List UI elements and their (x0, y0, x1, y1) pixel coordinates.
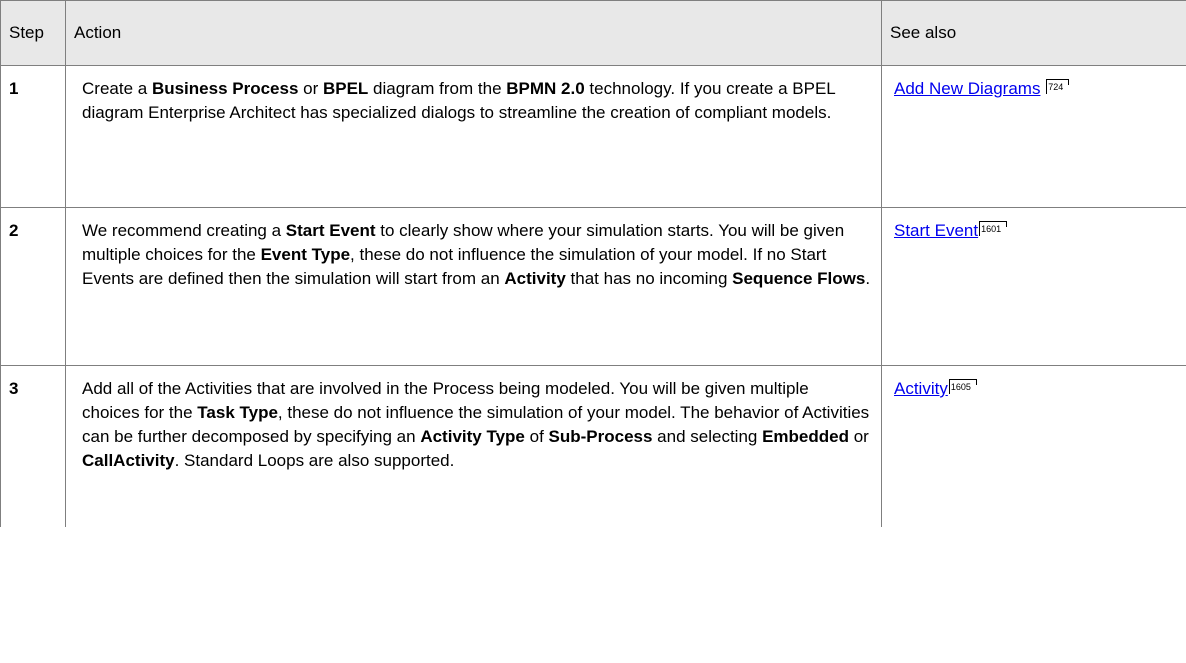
bold-term: Sequence Flows (732, 269, 866, 288)
bold-term: Business Process (151, 79, 299, 98)
text-segment: . Standard Loops are also supported. (174, 451, 455, 470)
header-see-also: See also (881, 0, 1186, 66)
page-reference-icon[interactable]: 1601 (979, 221, 1008, 236)
text-segment: that has no incoming (565, 269, 733, 288)
header-step: Step (0, 0, 66, 66)
text-segment: or (298, 79, 323, 98)
bold-term: BPEL (322, 79, 369, 98)
see-also-link[interactable]: Start Event (894, 221, 978, 240)
text-segment: of (524, 427, 549, 446)
header-action: Action (65, 0, 882, 66)
text-segment: diagram from the (368, 79, 507, 98)
text-segment: and selecting (652, 427, 763, 446)
text-segment: . (865, 269, 871, 288)
table-row: 1 Create a Business Process or BPEL diag… (0, 65, 1186, 208)
table-row: 3 Add all of the Activities that are inv… (0, 365, 1186, 527)
action-text: Create a Business Process or BPEL diagra… (65, 65, 882, 208)
action-text: We recommend creating a Start Event to c… (65, 207, 882, 366)
see-also-cell: Add New Diagrams 724 (881, 65, 1186, 208)
step-number: 1 (0, 65, 66, 208)
bold-term: Event Type (260, 245, 351, 264)
see-also-cell: Start Event 1601 (881, 207, 1186, 366)
text-segment: Create a (82, 79, 152, 98)
bold-term: Activity (504, 269, 566, 288)
see-also-link[interactable]: Add New Diagrams (894, 79, 1040, 98)
bold-term: Sub-Process (548, 427, 653, 446)
bold-term: CallActivity (82, 451, 175, 470)
bold-term: Embedded (762, 427, 849, 446)
bold-term: Start Event (285, 221, 376, 240)
bold-term: BPMN 2.0 (506, 79, 585, 98)
table-row: 2 We recommend creating a Start Event to… (0, 207, 1186, 366)
step-number: 3 (0, 365, 66, 527)
step-number: 2 (0, 207, 66, 366)
see-also-link[interactable]: Activity (894, 379, 948, 398)
table-header-row: Step Action See also (0, 0, 1186, 66)
page-reference-icon[interactable]: 724 (1046, 79, 1070, 94)
procedure-table: Step Action See also 1 Create a Business… (0, 0, 1186, 527)
bold-term: Task Type (197, 403, 278, 422)
page-reference-icon[interactable]: 1605 (948, 379, 977, 394)
bold-term: Activity Type (420, 427, 525, 446)
text-segment: We recommend creating a (82, 221, 286, 240)
text-segment: or (849, 427, 869, 446)
action-text: Add all of the Activities that are invol… (65, 365, 882, 527)
see-also-cell: Activity 1605 (881, 365, 1186, 527)
